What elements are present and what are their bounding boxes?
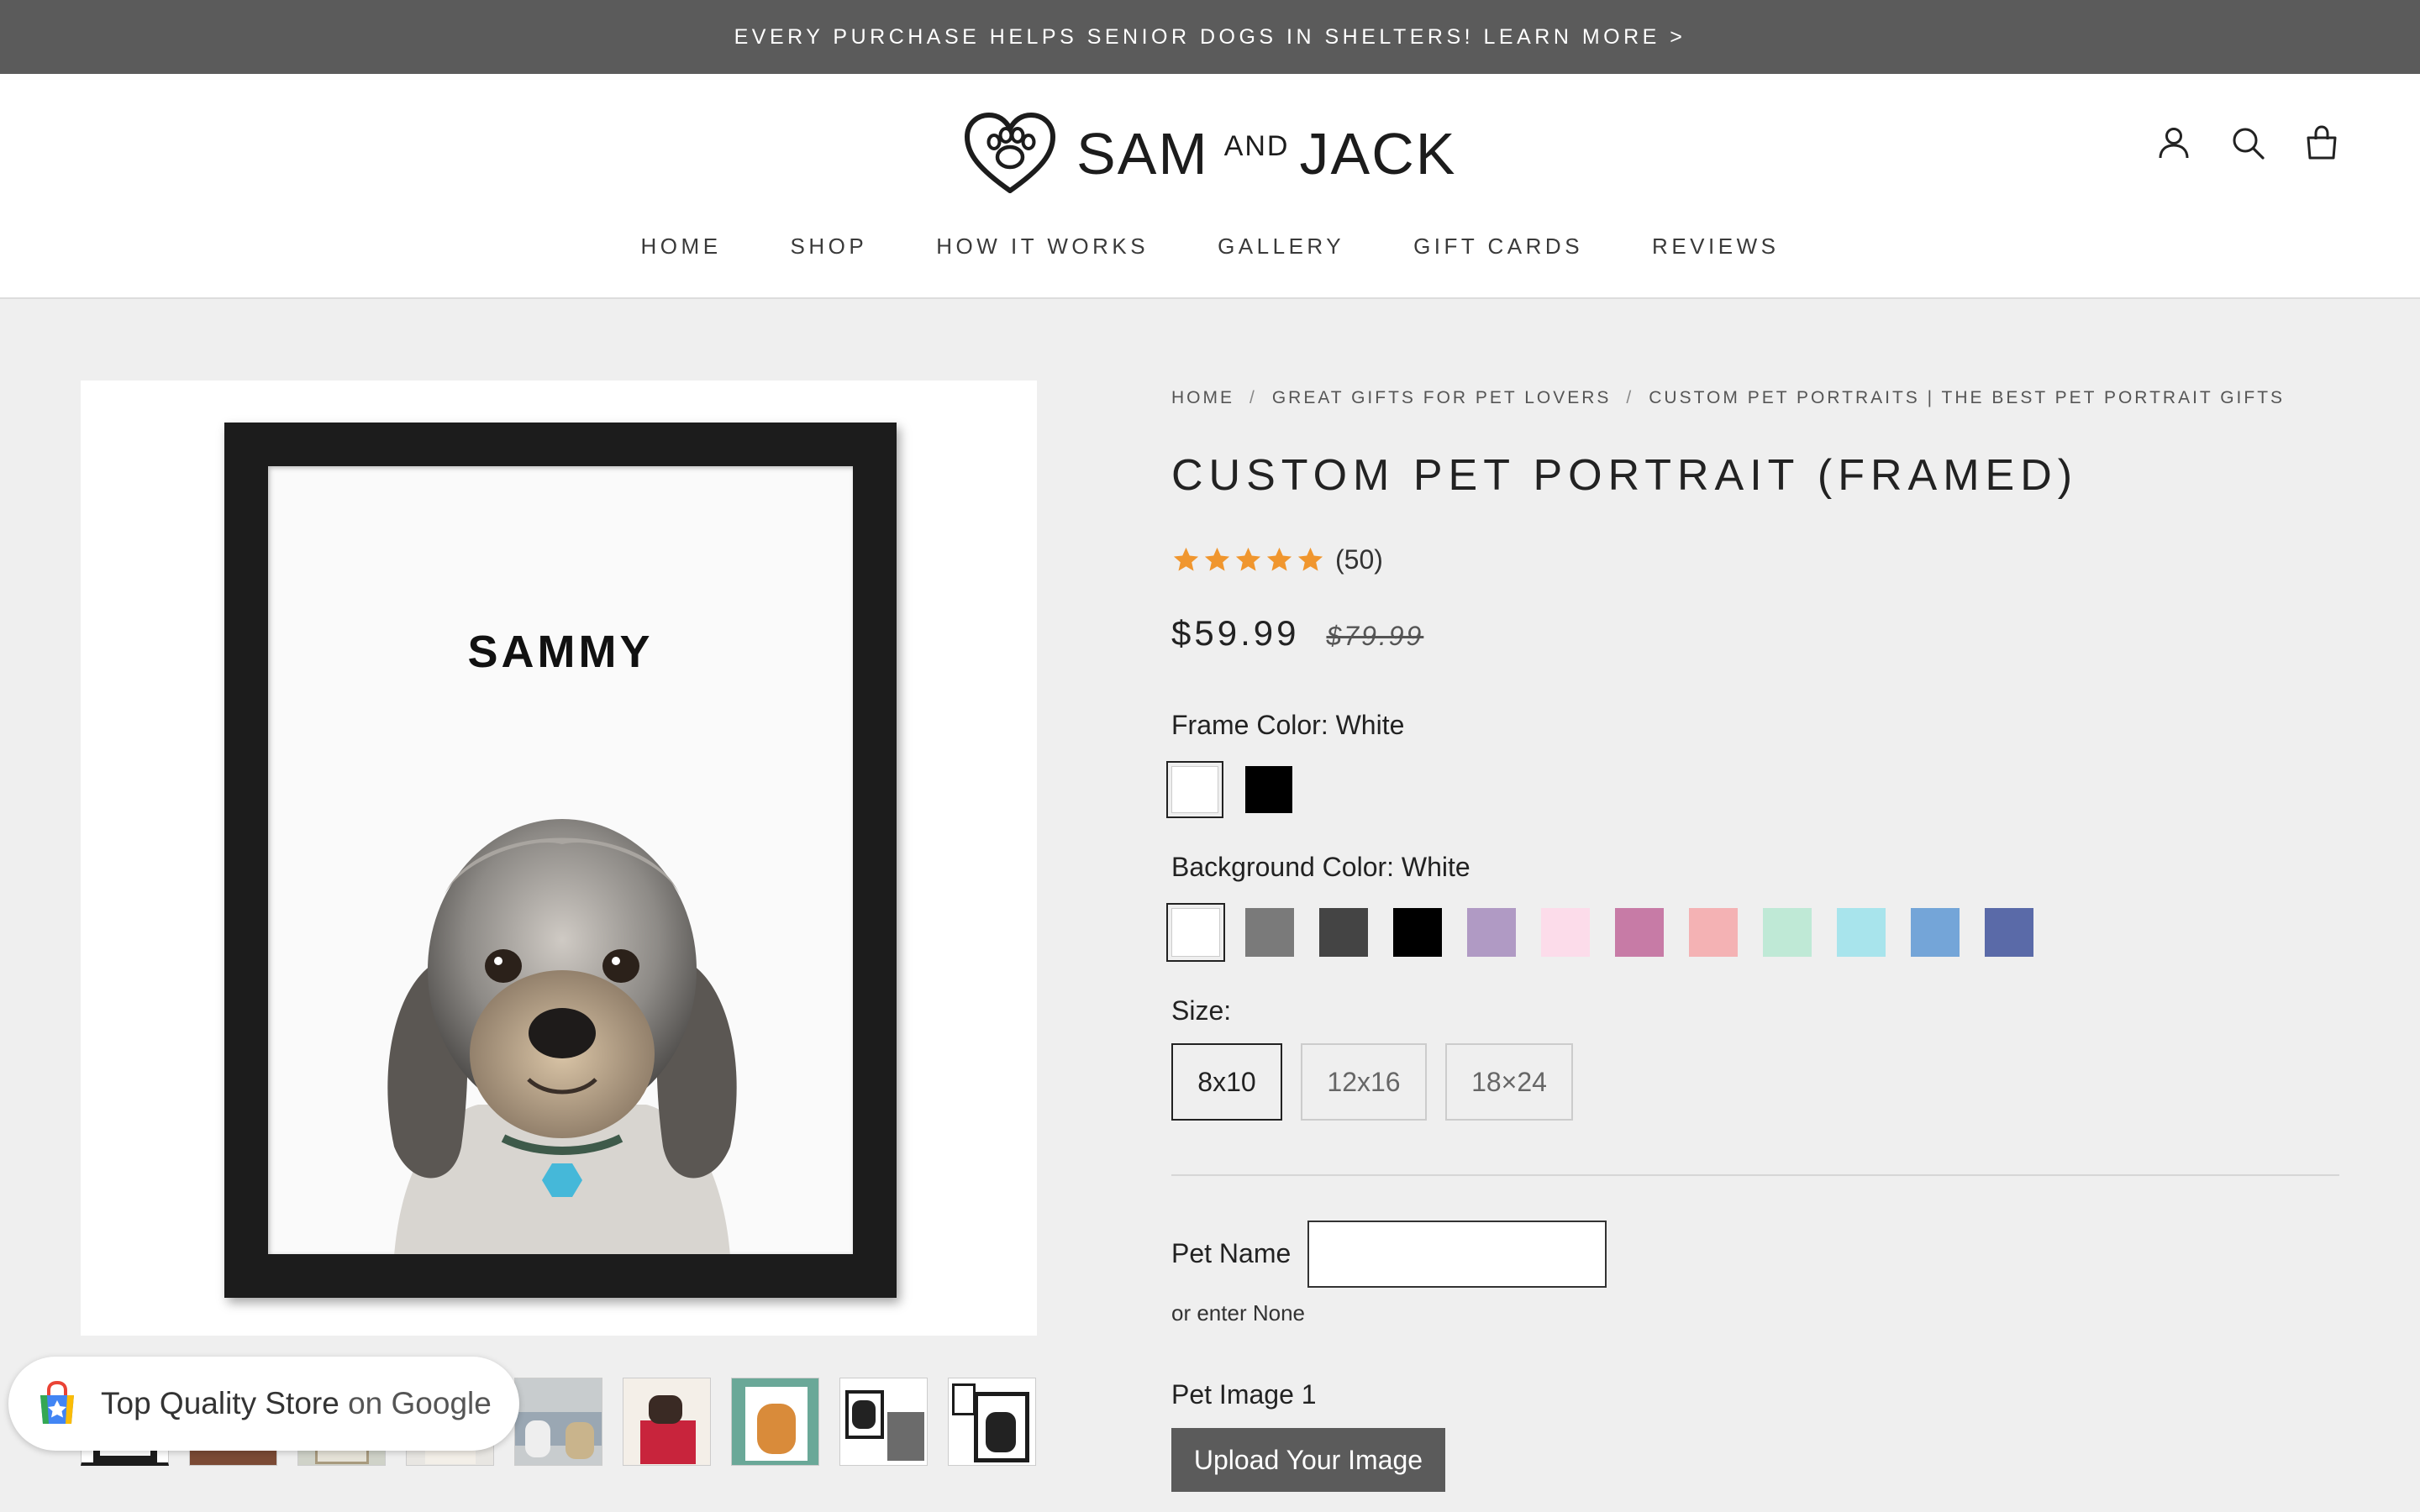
- breadcrumb-home[interactable]: HOME: [1171, 388, 1234, 408]
- frame-color-swatches: [1166, 761, 1292, 818]
- header-actions: [2155, 124, 2340, 161]
- main-nav: HOME SHOP HOW IT WORKS GALLERY GIFT CARD…: [0, 234, 2420, 260]
- pet-name-helper: or enter None: [1171, 1300, 1305, 1326]
- site-header: SAM AND JACK HOME SHOP HOW IT WORKS GALL…: [0, 74, 2420, 299]
- pet-name-input[interactable]: [1307, 1221, 1607, 1288]
- portrait-frame: SAMMY: [224, 423, 897, 1298]
- nav-shop[interactable]: SHOP: [791, 234, 868, 260]
- size-option-18x24[interactable]: 18×24: [1445, 1043, 1573, 1121]
- google-badge-on: on Google: [348, 1386, 492, 1420]
- thumbnail-6[interactable]: [623, 1378, 711, 1466]
- compare-price: $79.99: [1326, 621, 1424, 651]
- nav-how-it-works[interactable]: HOW IT WORKS: [936, 234, 1149, 260]
- nav-reviews[interactable]: REVIEWS: [1652, 234, 1779, 260]
- breadcrumb-gifts[interactable]: GREAT GIFTS FOR PET LOVERS: [1272, 388, 1612, 408]
- size-label: Size:: [1171, 995, 1232, 1026]
- breadcrumb-current[interactable]: CUSTOM PET PORTRAITS | THE BEST PET PORT…: [1649, 388, 2285, 408]
- upload-image-button[interactable]: Upload Your Image: [1171, 1428, 1445, 1492]
- brand-name-and: AND: [1223, 130, 1290, 162]
- search-icon[interactable]: [2229, 124, 2266, 161]
- background-color-swatch-5[interactable]: [1467, 908, 1516, 957]
- review-count: (50): [1335, 544, 1383, 575]
- dog-portrait-image: [387, 819, 737, 1254]
- nav-home[interactable]: HOME: [641, 234, 722, 260]
- background-color-swatch-11[interactable]: [1911, 908, 1960, 957]
- announcement-link[interactable]: EVERY PURCHASE HELPS SENIOR DOGS IN SHEL…: [734, 25, 1686, 50]
- frame-color-swatch-2[interactable]: [1245, 766, 1292, 813]
- sale-price: $59.99: [1171, 613, 1300, 653]
- nav-gallery[interactable]: GALLERY: [1218, 234, 1344, 260]
- brand-name-left: SAM: [1076, 121, 1209, 186]
- frame-color-label: Frame Color: White: [1171, 710, 1405, 740]
- google-badge-main: Top Quality Store: [101, 1386, 339, 1420]
- portrait-pet-name: SAMMY: [467, 627, 654, 677]
- frame-color-swatch-1[interactable]: [1166, 761, 1223, 818]
- pet-image-label: Pet Image 1: [1171, 1379, 1317, 1410]
- section-divider: [1171, 1174, 2339, 1176]
- background-color-swatch-4[interactable]: [1393, 908, 1442, 957]
- star-icon: [1173, 547, 1199, 571]
- background-color-swatch-12[interactable]: [1985, 908, 2033, 957]
- background-color-swatch-7[interactable]: [1615, 908, 1664, 957]
- google-badge-text: Top Quality Store on Google: [101, 1386, 492, 1421]
- star-icon: [1235, 547, 1261, 571]
- breadcrumb: HOME / GREAT GIFTS FOR PET LOVERS / CUST…: [1171, 388, 2285, 408]
- pet-name-label: Pet Name: [1171, 1238, 1292, 1268]
- background-color-swatch-10[interactable]: [1837, 908, 1886, 957]
- background-color-swatches: [1166, 903, 2033, 962]
- background-color-swatch-3[interactable]: [1319, 908, 1368, 957]
- google-top-quality-badge[interactable]: Top Quality Store on Google: [8, 1357, 519, 1451]
- background-color-swatch-2[interactable]: [1245, 908, 1294, 957]
- thumbnail-5[interactable]: [514, 1378, 602, 1466]
- size-options: 8x10 12x16 18×24: [1171, 1043, 1573, 1121]
- breadcrumb-separator: /: [1249, 388, 1257, 407]
- thumbnail-7[interactable]: [731, 1378, 819, 1466]
- product-main-image[interactable]: SAMMY: [81, 381, 1037, 1336]
- background-color-label: Background Color: White: [1171, 852, 1470, 882]
- portrait-mat: SAMMY: [268, 466, 853, 1254]
- product-title: CUSTOM PET PORTRAIT (FRAMED): [1171, 451, 2079, 500]
- star-icon: [1204, 547, 1230, 571]
- product-rating[interactable]: (50): [1171, 544, 1383, 575]
- size-option-8x10[interactable]: 8x10: [1171, 1043, 1282, 1121]
- star-icon: [1266, 547, 1292, 571]
- cart-icon[interactable]: [2303, 124, 2340, 161]
- brand-name-right: JACK: [1299, 121, 1457, 186]
- breadcrumb-separator: /: [1626, 388, 1634, 407]
- announcement-bar: EVERY PURCHASE HELPS SENIOR DOGS IN SHEL…: [0, 0, 2420, 74]
- brand-logo[interactable]: SAM AND JACK: [962, 108, 1458, 200]
- account-icon[interactable]: [2155, 124, 2192, 161]
- background-color-swatch-1[interactable]: [1166, 903, 1225, 962]
- heart-paw-icon: [965, 113, 1055, 193]
- brand-wordmark: SAM AND JACK: [1076, 120, 1456, 187]
- background-color-swatch-9[interactable]: [1763, 908, 1812, 957]
- thumbnail-8[interactable]: [839, 1378, 928, 1466]
- nav-gift-cards[interactable]: GIFT CARDS: [1413, 234, 1583, 260]
- size-option-12x16[interactable]: 12x16: [1301, 1043, 1427, 1121]
- google-shopping-bag-icon: [40, 1380, 74, 1424]
- star-icon: [1297, 547, 1323, 571]
- rating-stars: [1171, 545, 1325, 575]
- thumbnail-9[interactable]: [948, 1378, 1036, 1466]
- background-color-swatch-8[interactable]: [1689, 908, 1738, 957]
- price-row: $59.99 $79.99: [1171, 613, 1423, 654]
- background-color-swatch-6[interactable]: [1541, 908, 1590, 957]
